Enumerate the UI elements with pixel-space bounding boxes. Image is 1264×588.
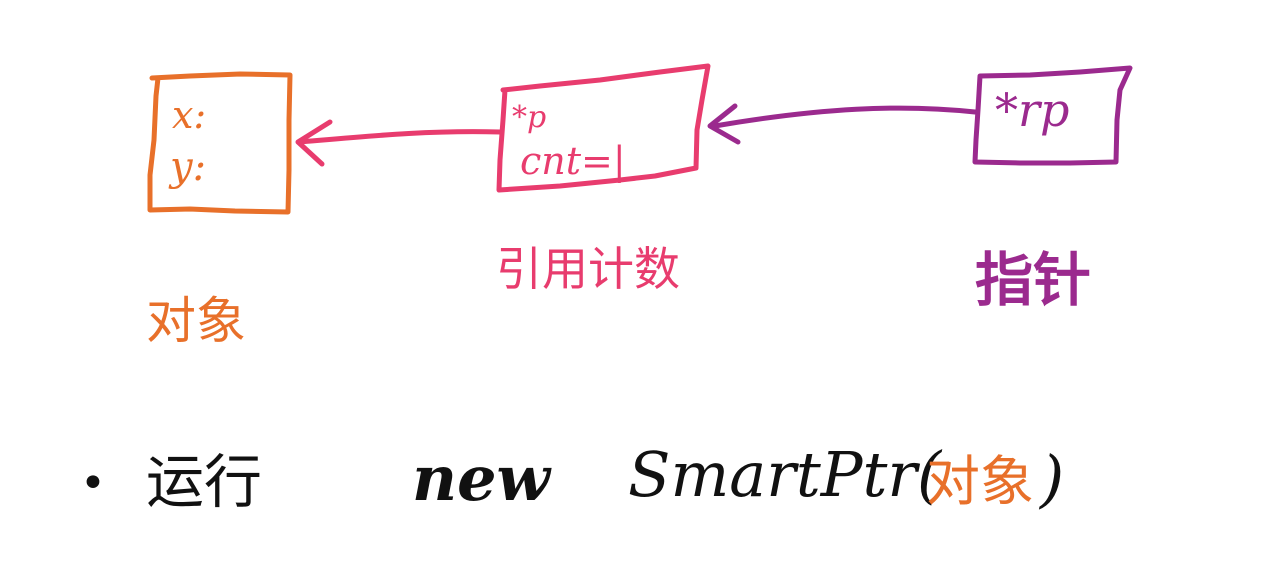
object-field-y: y:	[168, 144, 206, 190]
object-box-outline	[147, 71, 293, 215]
pointer-caption: 指针	[975, 246, 1091, 314]
object-caption: 对象	[146, 292, 246, 350]
arrow-pointer-to-refcount	[707, 103, 978, 145]
call-close-paren: )	[1038, 442, 1064, 515]
refcount-field-ptr: *p	[512, 100, 546, 135]
refcount-caption: 引用计数	[496, 242, 680, 296]
arrow-shaft	[297, 129, 503, 145]
refcount-node: *p cnt=|	[496, 63, 711, 193]
pointer-field-rp: *rp	[995, 83, 1069, 137]
call-smartptr: SmartPtr(	[628, 438, 943, 511]
call-arg-object: 对象	[926, 450, 1034, 513]
object-node: x: y:	[147, 71, 293, 215]
object-field-x: x:	[172, 93, 206, 137]
arrow-refcount-to-object	[295, 119, 503, 167]
verb-run: 运行	[146, 448, 262, 516]
diagram-canvas: x: y: *p cnt=| *rp 对象 引用计数 指针 • 运行 new S…	[80, 63, 1133, 516]
bottom-statement: • 运行 new SmartPtr( 对象 )	[80, 438, 1064, 516]
pointer-node: *rp	[972, 65, 1133, 166]
refcount-field-cnt: cnt=|	[520, 139, 626, 183]
arrow-shaft	[712, 105, 978, 129]
keyword-new: new	[412, 442, 553, 515]
bullet-dot: •	[80, 458, 106, 509]
